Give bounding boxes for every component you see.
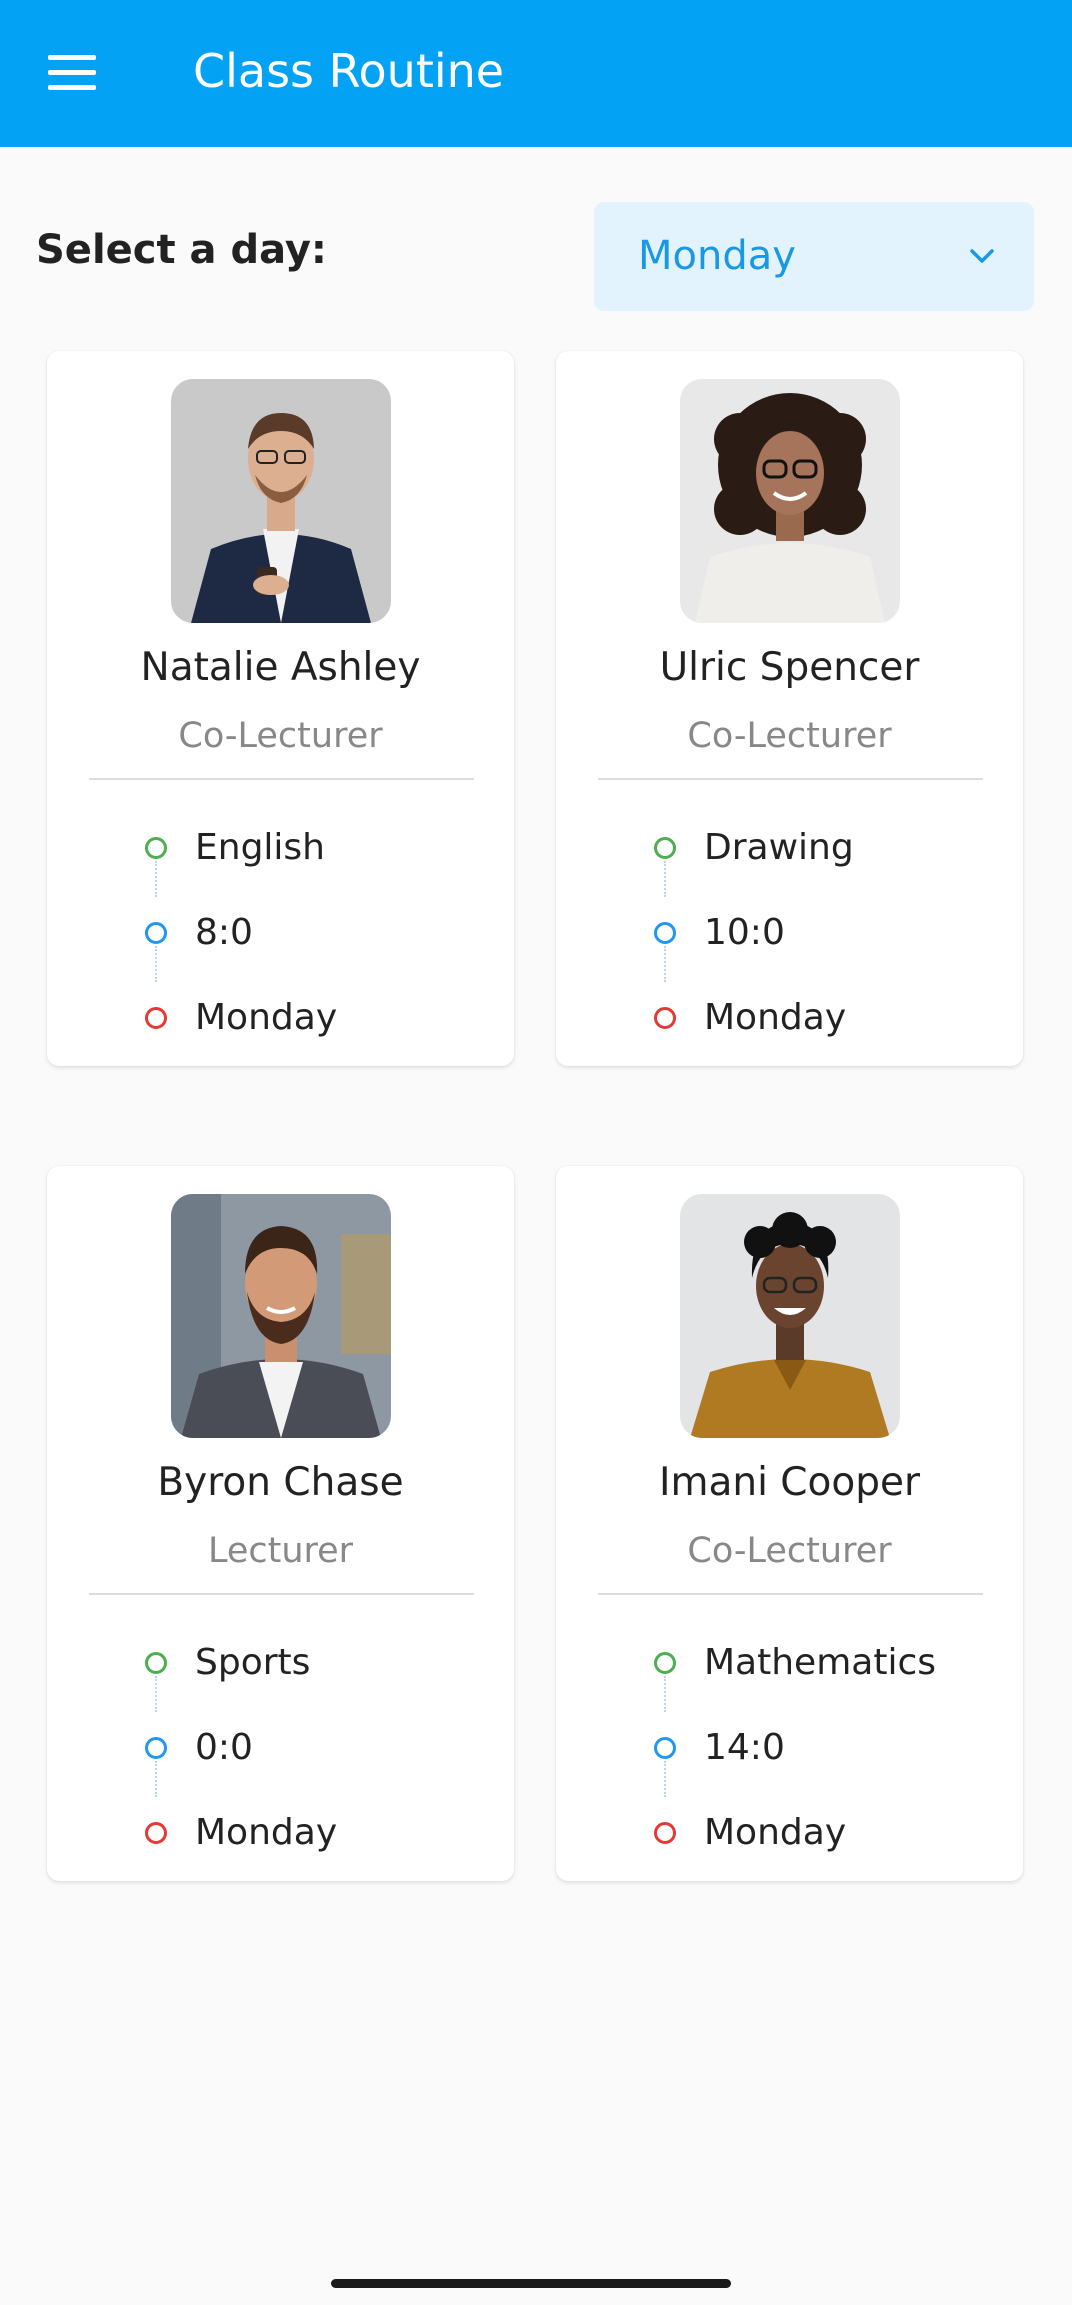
app-bar: Class Routine: [0, 0, 1072, 147]
timeline-connector: [664, 1676, 666, 1712]
timeline-connector: [155, 861, 157, 897]
subject-dot-icon: [654, 837, 676, 859]
chevron-down-icon: [970, 249, 994, 263]
subject-text: Drawing: [704, 827, 854, 868]
page-title: Class Routine: [193, 44, 505, 98]
day-text: Monday: [195, 997, 338, 1038]
time-text: 10:0: [704, 912, 785, 953]
hamburger-menu-icon[interactable]: [38, 44, 106, 102]
day-dot-icon: [145, 1007, 167, 1029]
subject-dot-icon: [145, 1652, 167, 1674]
avatar: [680, 1194, 900, 1438]
home-indicator[interactable]: [331, 2279, 731, 2288]
subject-text: Sports: [195, 1642, 311, 1683]
timeline-connector: [664, 946, 666, 982]
lecturer-role: Co-Lecturer: [178, 716, 383, 756]
divider: [89, 778, 474, 780]
time-dot-icon: [654, 1737, 676, 1759]
timeline-connector: [664, 1761, 666, 1797]
time-dot-icon: [145, 1737, 167, 1759]
divider: [89, 1593, 474, 1595]
day-dropdown-value: Monday: [638, 233, 796, 279]
day-text: Monday: [704, 997, 847, 1038]
day-dot-icon: [654, 1007, 676, 1029]
avatar: [171, 1194, 391, 1438]
time-text: 8:0: [195, 912, 253, 953]
avatar: [680, 379, 900, 623]
time-dot-icon: [654, 922, 676, 944]
lecturer-name: Byron Chase: [157, 1460, 404, 1505]
lecturer-name: Ulric Spencer: [659, 645, 920, 690]
time-text: 0:0: [195, 1727, 253, 1768]
day-dot-icon: [654, 1822, 676, 1844]
lecturer-name: Natalie Ashley: [140, 645, 421, 690]
timeline-connector: [155, 1761, 157, 1797]
subject-dot-icon: [145, 837, 167, 859]
day-text: Monday: [704, 1812, 847, 1853]
subject-text: English: [195, 827, 325, 868]
time-dot-icon: [145, 922, 167, 944]
timeline-connector: [664, 861, 666, 897]
divider: [598, 778, 983, 780]
lecturer-role: Co-Lecturer: [687, 1531, 892, 1571]
lecturer-role: Co-Lecturer: [687, 716, 892, 756]
lecturer-card[interactable]: Byron Chase Lecturer Sports 0:0 Monday: [47, 1166, 514, 1881]
day-dropdown[interactable]: Monday: [594, 202, 1034, 311]
timeline-connector: [155, 946, 157, 982]
divider: [598, 1593, 983, 1595]
time-text: 14:0: [704, 1727, 785, 1768]
lecturer-name: Imani Cooper: [658, 1460, 921, 1505]
select-day-label: Select a day:: [36, 227, 327, 273]
lecturer-card[interactable]: Natalie Ashley Co-Lecturer English 8:0 M…: [47, 351, 514, 1066]
subject-text: Mathematics: [704, 1642, 936, 1683]
subject-dot-icon: [654, 1652, 676, 1674]
lecturer-role: Lecturer: [207, 1531, 354, 1571]
timeline-connector: [155, 1676, 157, 1712]
day-text: Monday: [195, 1812, 338, 1853]
lecturer-card[interactable]: Imani Cooper Co-Lecturer Mathematics 14:…: [556, 1166, 1023, 1881]
lecturer-card[interactable]: Ulric Spencer Co-Lecturer Drawing 10:0 M…: [556, 351, 1023, 1066]
day-dot-icon: [145, 1822, 167, 1844]
avatar: [171, 379, 391, 623]
